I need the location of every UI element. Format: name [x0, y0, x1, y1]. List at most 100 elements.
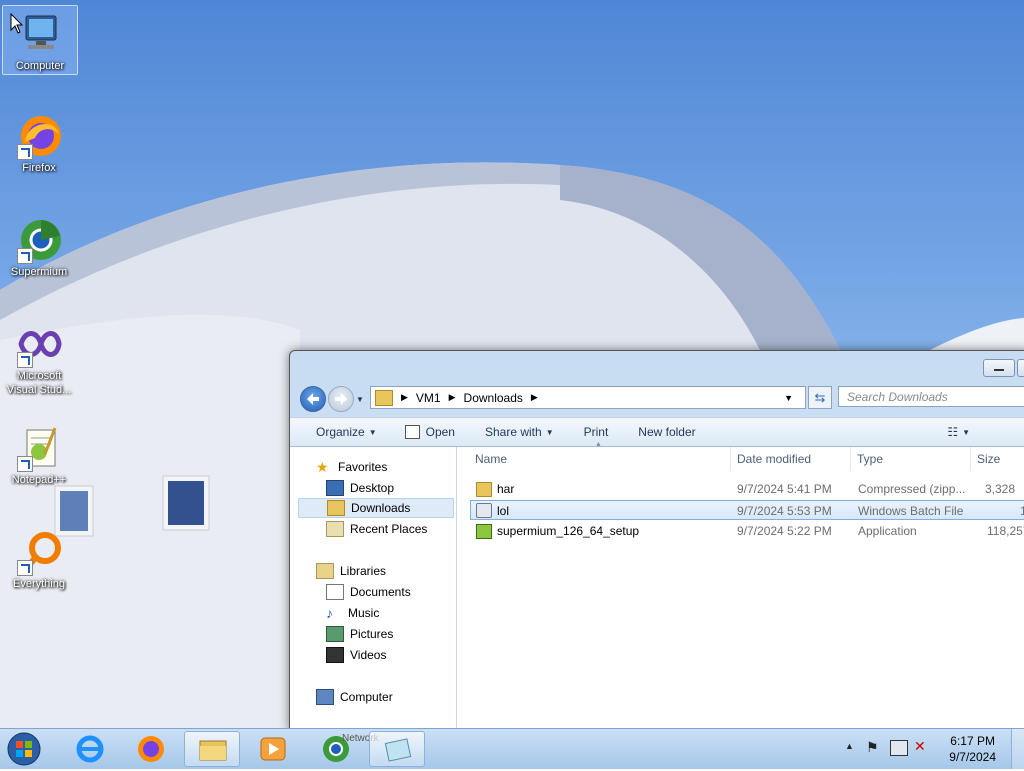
print-button[interactable]: Print: [584, 425, 609, 439]
supermium-icon: [15, 216, 63, 264]
print-label: Print: [583, 425, 609, 439]
desktop-icon-supermium[interactable]: Supermium: [2, 212, 76, 279]
taskbar-media-player[interactable]: [245, 731, 301, 767]
file-type: Application: [858, 524, 917, 538]
open-button[interactable]: Open: [404, 425, 455, 439]
nav-computer[interactable]: Computer: [316, 687, 393, 707]
table-row[interactable]: lol 9/7/2024 5:53 PM Windows Batch File …: [470, 500, 1024, 520]
file-size: 118,257: [987, 524, 1024, 538]
nav-label: Videos: [350, 648, 387, 662]
nav-label: Documents: [350, 585, 411, 599]
search-input[interactable]: Search Downloads: [838, 386, 1024, 407]
file-name: har: [497, 482, 515, 496]
nav-label: Music: [348, 606, 380, 620]
nav-favorites[interactable]: ★ Favorites: [316, 457, 387, 477]
column-label: Size: [977, 452, 1001, 466]
address-dropdown-icon[interactable]: ▼: [784, 393, 793, 403]
column-header-name[interactable]: Name: [469, 447, 731, 471]
file-date: 9/7/2024 5:41 PM: [737, 482, 832, 496]
file-date: 9/7/2024 5:53 PM: [737, 504, 832, 518]
nav-downloads[interactable]: Downloads: [298, 498, 454, 518]
nav-libraries[interactable]: Libraries: [316, 561, 386, 581]
nav-label: Desktop: [350, 481, 395, 495]
nav-desktop[interactable]: Desktop: [326, 478, 394, 498]
taskbar-supermium[interactable]: Network: [306, 731, 379, 767]
desktop-icon-firefox[interactable]: Firefox: [2, 108, 76, 175]
chevron-down-icon: ▼: [962, 427, 970, 437]
column-label: Name: [475, 452, 508, 466]
breadcrumb-item-downloads[interactable]: Downloads: [464, 391, 523, 405]
command-bar: Organize ▼ Open Share with ▼ Print New fol…: [290, 417, 1024, 447]
forward-button[interactable]: [328, 386, 354, 412]
column-header-size[interactable]: Size: [971, 447, 1024, 471]
start-button[interactable]: [4, 730, 44, 768]
nav-videos[interactable]: Videos: [326, 645, 386, 665]
column-header-type[interactable]: Type: [851, 447, 971, 471]
action-center-flag-icon[interactable]: ⚑: [866, 739, 879, 756]
downloads-folder-icon: [327, 500, 345, 516]
file-size: 1: [1020, 501, 1024, 521]
address-bar[interactable]: ▶ VM1 ▶ Downloads ▶ ▼: [370, 386, 806, 409]
breadcrumb-separator-icon: ▶: [530, 392, 538, 402]
minimize-button[interactable]: [983, 359, 1015, 377]
navigation-pane: ★ Favorites Desktop Downloads Recent Pla…: [290, 447, 457, 728]
mouse-cursor-icon: [10, 13, 24, 34]
nav-label: Computer: [340, 690, 393, 704]
maximize-button[interactable]: [1017, 359, 1024, 377]
clock[interactable]: 6:17 PM 9/7/2024: [949, 733, 996, 765]
explorer-window[interactable]: ▼ ▶ VM1 ▶ Downloads ▶ ▼ ⇆ Search Downloa…: [289, 350, 1024, 728]
nav-recent-places[interactable]: Recent Places: [326, 519, 427, 539]
desktop-icon-label: Supermium: [10, 266, 68, 278]
breadcrumb-separator-icon: ▶: [401, 392, 408, 402]
desktop-icon-everything[interactable]: Everything: [2, 524, 76, 591]
notepadpp-icon: [15, 424, 63, 472]
share-with-button[interactable]: Share with ▼: [485, 425, 554, 439]
recent-pages-dropdown[interactable]: ▼: [356, 395, 364, 404]
table-row[interactable]: supermium_126_64_setup 9/7/2024 5:22 PM …: [470, 521, 1024, 541]
star-icon: ★: [316, 459, 329, 475]
pictures-icon: [326, 626, 344, 642]
shortcut-arrow-icon: [17, 456, 33, 472]
taskbar-internet-explorer[interactable]: [62, 731, 118, 767]
desktop-icon-visual-studio[interactable]: Microsoft Visual Stud...: [2, 316, 76, 397]
music-icon: ♪: [326, 605, 333, 621]
file-date: 9/7/2024 5:22 PM: [737, 524, 832, 538]
view-options-button[interactable]: ☷ ▼: [947, 425, 970, 439]
column-label: Type: [857, 452, 884, 466]
firefox-icon: [15, 112, 63, 160]
show-hidden-icons-button[interactable]: ▲: [845, 741, 854, 751]
address-row: ▼ ▶ VM1 ▶ Downloads ▶ ▼ ⇆ Search Downloa…: [290, 383, 1024, 413]
desktop-icon-label: Computer: [15, 60, 65, 72]
taskbar-window-switcher[interactable]: [369, 731, 425, 767]
file-name: supermium_126_64_setup: [497, 524, 640, 538]
refresh-button[interactable]: ⇆: [808, 386, 832, 409]
nav-label: Downloads: [351, 501, 411, 515]
desktop: Computer Firefox Supermium Microsoft Vis…: [0, 0, 1024, 728]
nav-music[interactable]: ♪ Music: [326, 603, 379, 623]
computer-icon: [316, 689, 334, 705]
breadcrumb-item-vm1[interactable]: VM1: [416, 391, 441, 405]
taskbar-explorer[interactable]: [184, 731, 240, 767]
file-size: 3,328: [985, 482, 1016, 496]
documents-icon: [326, 584, 344, 600]
nav-label: Libraries: [340, 564, 387, 578]
network-tray-icon[interactable]: [890, 740, 908, 756]
table-row[interactable]: har 9/7/2024 5:41 PM Compressed (zipp...…: [470, 479, 1024, 499]
clock-date: 9/7/2024: [949, 750, 996, 764]
new-folder-button[interactable]: New folder: [638, 425, 695, 439]
back-button[interactable]: [300, 386, 326, 412]
organize-button[interactable]: Organize ▼: [316, 425, 377, 439]
taskbar-firefox[interactable]: [123, 731, 179, 767]
desktop-icon-notepadpp[interactable]: Notepad++: [2, 420, 76, 487]
everything-icon: [15, 528, 63, 576]
volume-muted-icon[interactable]: ✕: [914, 738, 926, 755]
column-header-date-modified[interactable]: Date modified: [731, 447, 851, 471]
sort-ascending-icon: ▲: [595, 441, 602, 448]
show-desktop-button[interactable]: [1011, 729, 1024, 769]
nav-documents[interactable]: Documents: [326, 582, 411, 602]
nav-pictures[interactable]: Pictures: [326, 624, 393, 644]
file-type: Compressed (zipp...: [858, 482, 966, 496]
column-label: Date modified: [737, 452, 812, 466]
open-label: Open: [425, 425, 455, 439]
clock-time: 6:17 PM: [950, 734, 995, 748]
